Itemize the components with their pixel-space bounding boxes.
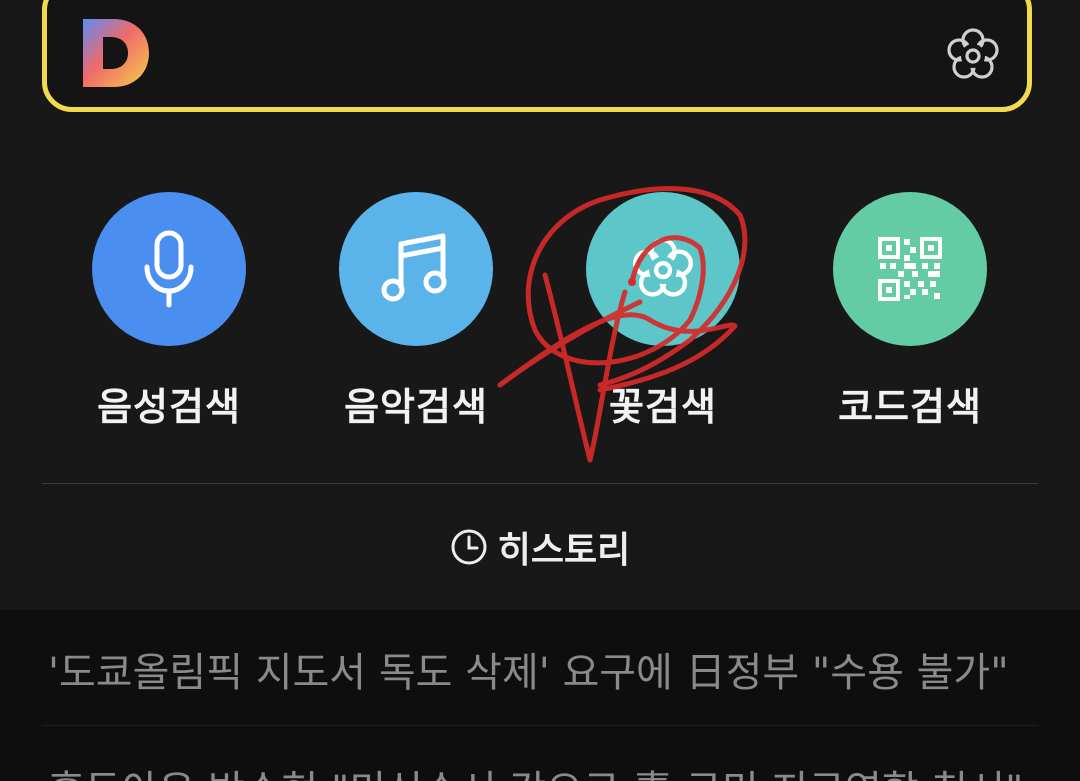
flower-search-button[interactable]: 꽃검색 xyxy=(586,192,740,431)
qr-code-icon xyxy=(878,237,942,301)
music-search-button[interactable]: 음악검색 xyxy=(339,192,493,431)
voice-search-button[interactable]: 음성검색 xyxy=(92,192,246,431)
clock-icon xyxy=(451,529,487,565)
code-search-button[interactable]: 코드검색 xyxy=(833,192,987,431)
flower-search-circle[interactable] xyxy=(586,192,740,346)
news-divider xyxy=(42,725,1038,726)
flower-icon xyxy=(633,237,693,297)
daum-logo-icon xyxy=(83,19,149,87)
voice-search-label: 음성검색 xyxy=(97,385,241,429)
music-note-icon xyxy=(381,233,447,302)
music-search-label: 음악검색 xyxy=(344,385,488,429)
news-headline[interactable]: '도쿄올림픽 지도서 독도 삭제' 요구에 日정부 "수용 불가" xyxy=(48,640,1048,698)
music-search-circle[interactable] xyxy=(339,192,493,346)
search-bar[interactable] xyxy=(42,0,1032,112)
history-label: 히스토리 xyxy=(497,530,631,571)
code-search-label: 코드검색 xyxy=(838,385,982,429)
code-search-circle[interactable] xyxy=(833,192,987,346)
microphone-icon xyxy=(144,230,194,308)
flower-icon[interactable] xyxy=(941,23,1005,87)
news-headline[interactable]: 홍두아은 박수현 "미신수서 강으로 靑 구민 지구역할 칙서" xyxy=(48,758,1048,781)
flower-search-label: 꽃검색 xyxy=(609,385,717,429)
history-button[interactable]: 히스토리 xyxy=(0,520,1080,574)
news-list: '도쿄올림픽 지도서 독도 삭제' 요구에 日정부 "수용 불가" 홍두아은 박… xyxy=(0,610,1080,781)
divider xyxy=(42,483,1038,484)
screen: 음성검색 음악검색 꽃검색 코드검색 히스토리 '도쿄올림픽 지도서 독도 삭제… xyxy=(0,0,1080,781)
voice-search-circle[interactable] xyxy=(92,192,246,346)
search-panel: 음성검색 음악검색 꽃검색 코드검색 히스토리 xyxy=(0,0,1080,610)
